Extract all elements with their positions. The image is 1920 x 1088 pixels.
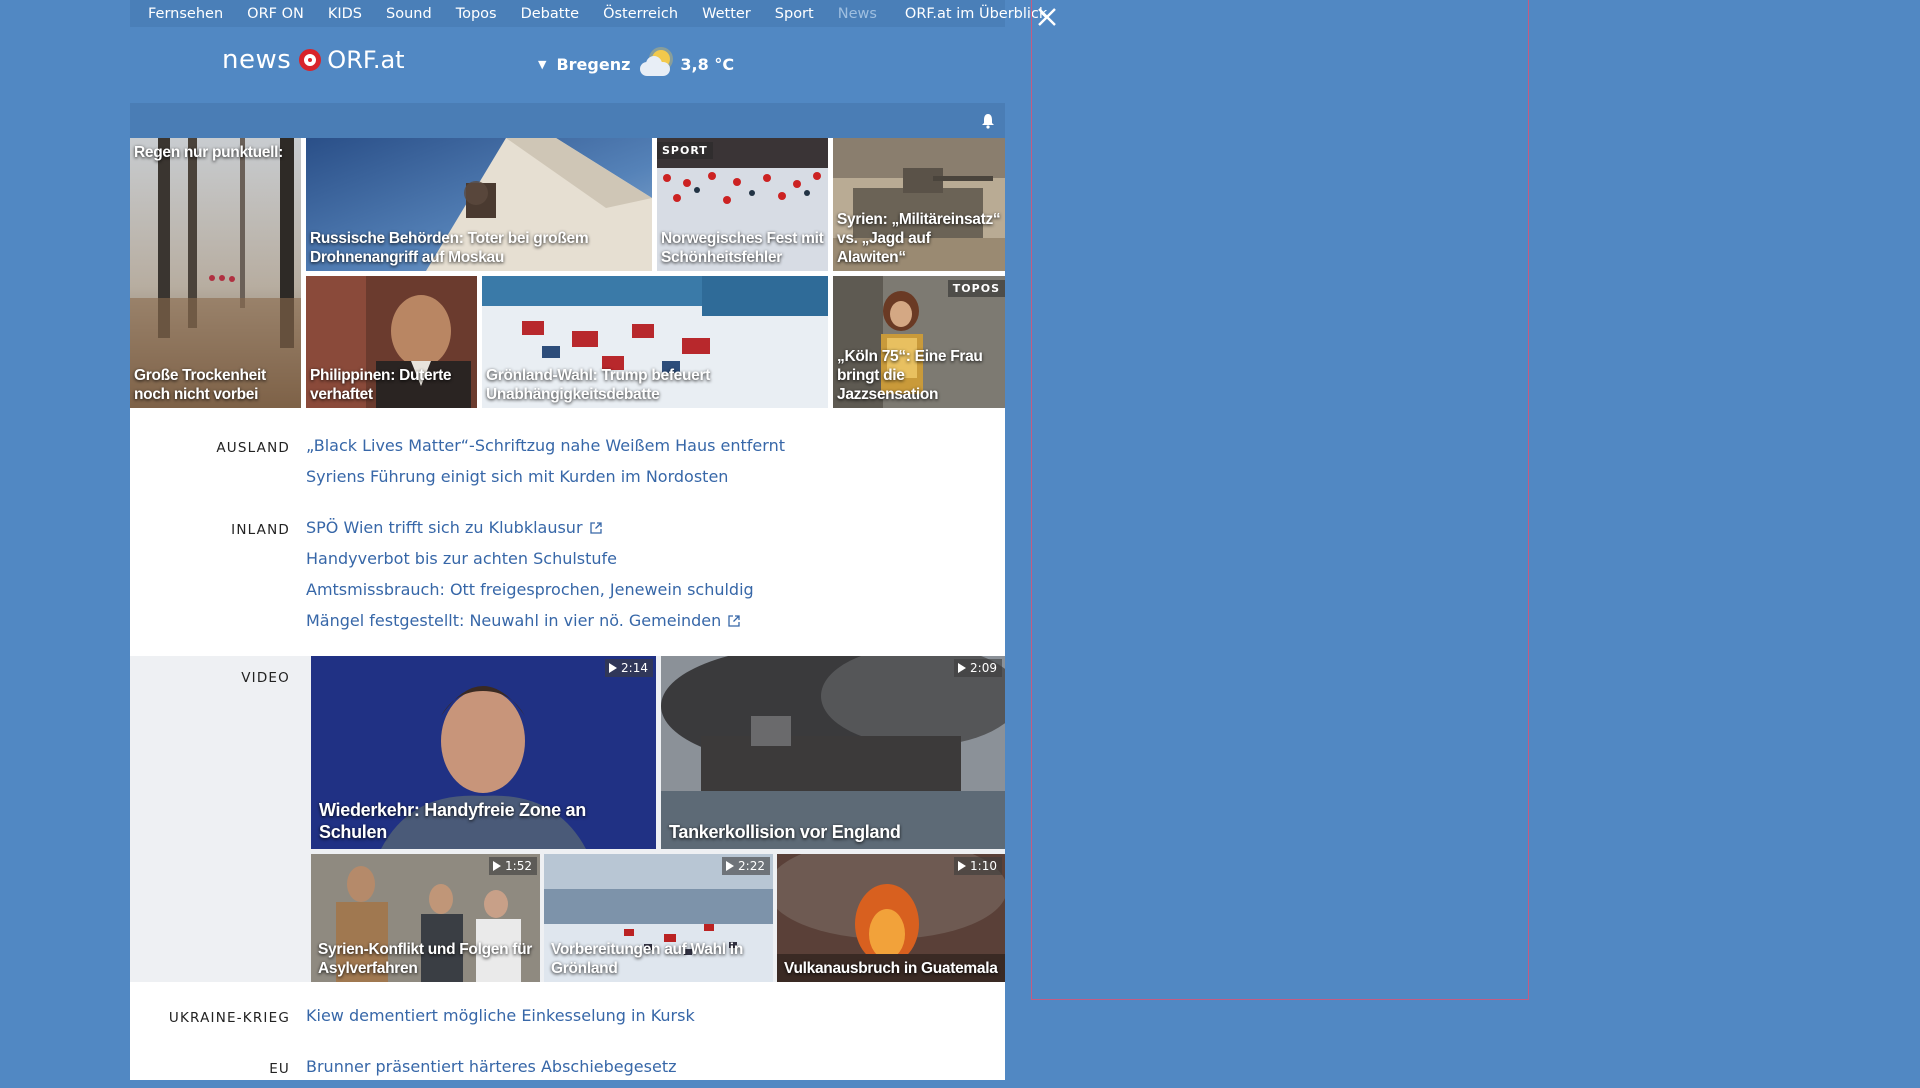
bell-icon[interactable] <box>981 113 995 129</box>
site-header: news ORF.at ▼ Bregenz 3,8 °C <box>130 27 1005 103</box>
section-video: VIDEO 2:14 Wiederkehr: Handyfreie Zone a… <box>130 656 1005 982</box>
news-content-panel: Regen nur punktuell: Große Trockenheit n… <box>130 103 1005 1080</box>
top-story-tile[interactable]: Grönland-Wahl: Trump befeuert Unabhängig… <box>482 276 828 408</box>
headline-link[interactable]: Brunner präsentiert härteres Abschiebege… <box>306 1057 677 1088</box>
top-story-tile[interactable]: Syrien: „Militäreinsatz“ vs. „Jagd auf A… <box>833 138 1005 271</box>
external-link-icon <box>728 615 740 627</box>
tile-kicker: Regen nur punktuell: <box>134 144 284 161</box>
video-title: Syrien-Konflikt und Folgen für Asylverfa… <box>318 941 533 977</box>
duration-text: 2:09 <box>970 661 997 675</box>
nav-news-current[interactable]: News <box>838 6 877 22</box>
video-title: Vorbereitungen auf Wahl in Grönland <box>551 941 743 977</box>
tile-caption: Syrien: „Militäreinsatz“ vs. „Jagd auf A… <box>837 211 1001 266</box>
category-tag: SPORT <box>657 142 713 159</box>
top-story-tile[interactable]: Regen nur punktuell: Große Trockenheit n… <box>130 138 301 408</box>
video-tile[interactable]: 2:14 Wiederkehr: Handyfreie Zone an Schu… <box>311 656 656 849</box>
video-duration-badge: 1:52 <box>489 857 537 875</box>
location-dropdown-icon[interactable]: ▼ <box>538 58 546 71</box>
tile-caption: Große Trockenheit noch nicht vorbei <box>134 367 266 403</box>
video-tile[interactable]: 1:10 Vulkanausbruch in Guatemala <box>777 854 1005 982</box>
top-story-tile[interactable]: Philippinen: Duterte verhaftet <box>306 276 477 408</box>
partly-cloudy-icon <box>638 50 674 78</box>
play-icon <box>493 861 502 871</box>
video-title: Tankerkollision vor England <box>669 822 901 842</box>
headline-link[interactable]: Amtsmissbrauch: Ott freigesprochen, Jene… <box>306 580 754 611</box>
section-label: VIDEO <box>241 670 290 686</box>
nav-orf-overview[interactable]: ORF.at im Überblick <box>905 6 1047 22</box>
news-orf-logo[interactable]: news ORF.at <box>222 45 405 75</box>
headline-text: SPÖ Wien trifft sich zu Klubklausur <box>306 518 583 537</box>
nav-kids[interactable]: KIDS <box>328 6 362 22</box>
video-duration-badge: 2:09 <box>954 659 1002 677</box>
nav-sport[interactable]: Sport <box>775 6 814 22</box>
section-label: UKRAINE-KRIEG <box>168 1010 290 1026</box>
video-tile[interactable]: 1:52 Syrien-Konflikt und Folgen für Asyl… <box>311 854 540 982</box>
top-navigation: Fernsehen ORF ON KIDS Sound Topos Debatt… <box>130 0 1047 27</box>
nav-wetter[interactable]: Wetter <box>702 6 751 22</box>
headline-link[interactable]: Kiew dementiert mögliche Einkesselung in… <box>306 1006 695 1037</box>
video-duration-badge: 1:10 <box>954 857 1002 875</box>
weather-widget: ▼ Bregenz 3,8 °C <box>538 50 734 78</box>
section-label: EU <box>269 1061 290 1077</box>
play-icon <box>609 663 618 673</box>
headline-link[interactable]: Syriens Führung einigt sich mit Kurden i… <box>306 467 785 498</box>
nav-oesterreich[interactable]: Österreich <box>603 6 678 22</box>
tile-caption: Grönland-Wahl: Trump befeuert Unabhängig… <box>486 367 711 403</box>
nav-sound[interactable]: Sound <box>386 6 432 22</box>
ad-frame <box>1031 0 1529 1000</box>
play-icon <box>726 861 735 871</box>
external-link-icon <box>589 522 602 534</box>
headline-link[interactable]: SPÖ Wien trifft sich zu Klubklausur <box>306 518 754 549</box>
duration-text: 1:10 <box>970 859 997 873</box>
headline-link[interactable]: Handyverbot bis zur achten Schulstufe <box>306 549 754 580</box>
category-tag: TOPOS <box>947 280 1005 297</box>
duration-text: 2:14 <box>621 661 648 675</box>
play-icon <box>958 861 967 871</box>
duration-text: 2:22 <box>738 859 765 873</box>
nav-fernsehen[interactable]: Fernsehen <box>148 6 223 22</box>
play-icon <box>958 663 967 673</box>
tile-caption: Russische Behörden: Toter bei großem Dro… <box>310 230 589 266</box>
duration-text: 1:52 <box>505 859 532 873</box>
video-tile[interactable]: 2:09 Tankerkollision vor England <box>661 656 1005 849</box>
orf-eye-icon <box>299 49 322 71</box>
logo-news-text: news <box>222 45 292 75</box>
tile-caption: Philippinen: Duterte verhaftet <box>310 367 452 403</box>
headline-text: Mängel festgestellt: Neuwahl in vier nö.… <box>306 611 722 630</box>
weather-temperature: 3,8 °C <box>680 54 735 74</box>
headline-link[interactable]: „Black Lives Matter“-Schriftzug nahe Wei… <box>306 436 785 467</box>
top-story-tile[interactable]: Russische Behörden: Toter bei großem Dro… <box>306 138 652 271</box>
top-story-tile[interactable]: TOPOS „Köln 75“: Eine Frau bringt die Ja… <box>833 276 1005 408</box>
logo-orf-text: ORF.at <box>327 46 405 74</box>
nav-debatte[interactable]: Debatte <box>521 6 579 22</box>
video-duration-badge: 2:22 <box>722 857 770 875</box>
top-story-tile[interactable]: SPORT Norwegisches Fest mit Schönheitsfe… <box>657 138 828 271</box>
nav-orf-on[interactable]: ORF ON <box>247 6 304 22</box>
video-tile[interactable]: 2:22 Vorbereitungen auf Wahl in Grönland <box>544 854 773 982</box>
weather-city[interactable]: Bregenz <box>556 55 630 74</box>
section-label: AUSLAND <box>216 440 290 456</box>
section-label: INLAND <box>231 522 290 538</box>
video-title: Wiederkehr: Handyfreie Zone an Schulen <box>319 800 586 842</box>
panel-toolbar <box>130 103 1005 138</box>
video-duration-badge: 2:14 <box>605 659 653 677</box>
close-icon[interactable] <box>1036 6 1058 28</box>
nav-topos[interactable]: Topos <box>456 6 497 22</box>
tile-caption: „Köln 75“: Eine Frau bringt die Jazzsens… <box>837 348 983 403</box>
headline-link[interactable]: Mängel festgestellt: Neuwahl in vier nö.… <box>306 611 754 642</box>
tile-caption: Norwegisches Fest mit Schönheitsfehler <box>661 230 824 266</box>
video-title: Vulkanausbruch in Guatemala <box>784 960 998 977</box>
